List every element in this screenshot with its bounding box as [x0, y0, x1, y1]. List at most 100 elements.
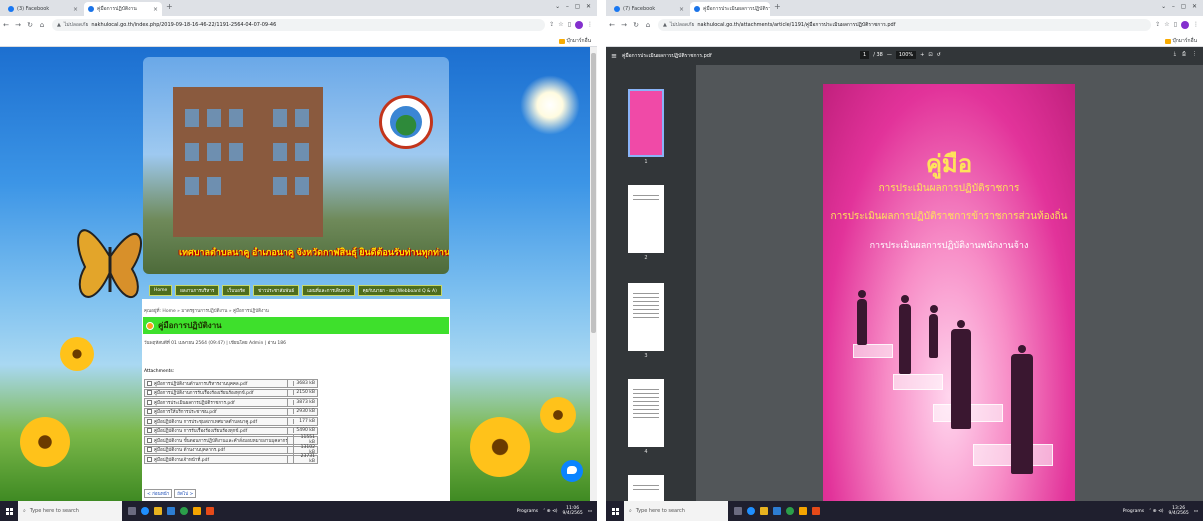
- page-scrollbar[interactable]: [590, 47, 597, 501]
- attachment-name[interactable]: คู่มือปฏิบัติงาน การประชุมสภาเทศบาลตำบลน…: [154, 418, 287, 425]
- app-icon[interactable]: [812, 507, 820, 515]
- close-icon[interactable]: ×: [73, 6, 78, 13]
- task-view-icon[interactable]: [128, 507, 136, 515]
- edge-icon[interactable]: [747, 507, 755, 515]
- sidepanel-icon[interactable]: ▯: [568, 21, 571, 29]
- zoom-input[interactable]: 100%: [895, 51, 917, 59]
- address-input[interactable]: ▲ ไม่ปลอดภัย nakhulocal.go.th/index.php/…: [52, 19, 546, 31]
- tray-icons[interactable]: ˄ ⊕ ⊲): [1149, 509, 1163, 514]
- share-icon[interactable]: ⇪: [1155, 21, 1160, 29]
- tab-facebook[interactable]: (3) Facebook ×: [4, 2, 82, 16]
- back-icon[interactable]: ←: [606, 21, 618, 29]
- taskbar-search-input[interactable]: ⌕ Type here to search: [18, 501, 122, 521]
- download-icon[interactable]: ⤓: [1174, 51, 1176, 57]
- tab-manual[interactable]: คู่มือการปฏิบัติงาน ×: [84, 2, 162, 16]
- prev-article-link[interactable]: < ก่อนหน้า: [144, 489, 173, 498]
- menu-item-qa[interactable]: คุยกับนายก - ผอ.(Webboard Q & A): [357, 285, 442, 296]
- menu-item-map[interactable]: แผนที่และการเดินทาง: [302, 285, 355, 296]
- app-icon[interactable]: [193, 507, 201, 515]
- store-icon[interactable]: [167, 507, 175, 515]
- reload-icon[interactable]: ↻: [630, 21, 642, 29]
- attachment-row[interactable]: คู่มือการปฏิบัติงานด้านการบริหารงานบุคคล…: [144, 379, 318, 388]
- attachment-row[interactable]: คู่มือปฏิบัติงาน ขั้นตอนการปฏิบัติงานและ…: [144, 435, 318, 446]
- next-article-link[interactable]: ถัดไป >: [174, 489, 197, 498]
- chrome-icon[interactable]: [180, 507, 188, 515]
- attachment-row[interactable]: คู่มือปฏิบัติงาน การรับเรื่องร้องเรียนร้…: [144, 426, 318, 435]
- notification-icon[interactable]: ▭: [588, 509, 592, 514]
- programs-label[interactable]: Programs: [517, 509, 538, 514]
- thumbnail-page-3[interactable]: 3: [628, 283, 664, 359]
- file-explorer-icon[interactable]: [154, 507, 162, 515]
- window-controls[interactable]: ⌄ – ▢ ✕: [555, 3, 591, 10]
- close-icon[interactable]: ×: [153, 6, 158, 13]
- attachment-name[interactable]: คู่มือปฏิบัติงานเจ้าหน้าที่.pdf: [154, 456, 287, 463]
- page-number-input[interactable]: 1: [860, 51, 870, 59]
- attachment-name[interactable]: คู่มือการประเมินผลการปฏิบัติราชการ.pdf: [154, 399, 287, 406]
- forward-icon[interactable]: →: [618, 21, 630, 29]
- more-options-icon[interactable]: ⋮: [1192, 51, 1197, 57]
- task-view-icon[interactable]: [734, 507, 742, 515]
- reload-icon[interactable]: ↻: [24, 21, 36, 29]
- home-icon[interactable]: ⌂: [642, 21, 654, 29]
- clock[interactable]: 11:06 9/4/2565: [563, 506, 583, 516]
- store-icon[interactable]: [773, 507, 781, 515]
- thumbnail-image[interactable]: [628, 89, 664, 157]
- attachment-row[interactable]: คู่มือการให้บริการประชาชน.pdf 2930 kB: [144, 407, 318, 416]
- taskbar-search-input[interactable]: ⌕ Type here to search: [624, 501, 728, 521]
- tab-facebook[interactable]: (7) Facebook ×: [610, 2, 688, 16]
- windows-start-icon[interactable]: [606, 501, 624, 521]
- attachment-name[interactable]: คู่มือการปฏิบัติงานการรับเรื่องร้องเรียน…: [154, 389, 287, 396]
- attachment-row[interactable]: คู่มือการประเมินผลการปฏิบัติราชการ.pdf 38…: [144, 398, 318, 407]
- attachment-row[interactable]: คู่มือการปฏิบัติงานการรับเรื่องร้องเรียน…: [144, 388, 318, 397]
- attachment-name[interactable]: คู่มือการปฏิบัติงานด้านการบริหารงานบุคคล…: [154, 380, 287, 387]
- rotate-icon[interactable]: ↺: [937, 52, 941, 58]
- pdf-viewport[interactable]: คู่มือ การประเมินผลการปฏิบัติราชการ การป…: [696, 65, 1203, 501]
- profile-avatar[interactable]: [575, 21, 583, 29]
- sidepanel-icon[interactable]: ▯: [1174, 21, 1177, 29]
- tab-pdf[interactable]: คู่มือการประเมินผลการปฏิบัติราช... ×: [690, 2, 770, 16]
- address-input[interactable]: ▲ ไม่ปลอดภัย nakhulocal.go.th/attachment…: [658, 19, 1152, 31]
- thumbnail-page-4[interactable]: 4: [628, 379, 664, 455]
- home-icon[interactable]: ⌂: [36, 21, 48, 29]
- attachment-name[interactable]: คู่มือปฏิบัติงาน การรับเรื่องร้องเรียนร้…: [154, 427, 287, 434]
- new-tab-icon[interactable]: +: [774, 2, 781, 11]
- thumbnail-image[interactable]: [628, 185, 664, 253]
- bookmark-folder[interactable]: บุ๊กมาร์กอื่น: [558, 37, 591, 45]
- programs-label[interactable]: Programs: [1123, 509, 1144, 514]
- windows-start-icon[interactable]: [0, 501, 18, 521]
- menu-item-webboard[interactable]: เว็บบอร์ด: [222, 285, 251, 296]
- chrome-icon[interactable]: [786, 507, 794, 515]
- thumbnail-page-2[interactable]: 2: [628, 185, 664, 261]
- star-icon[interactable]: ☆: [558, 21, 563, 29]
- menu-item-news[interactable]: ข่าวประชาสัมพันธ์: [253, 285, 300, 296]
- file-explorer-icon[interactable]: [760, 507, 768, 515]
- attachment-name[interactable]: คู่มือปฏิบัติงาน ขั้นตอนการปฏิบัติงานและ…: [154, 437, 287, 444]
- scrollbar-thumb[interactable]: [591, 53, 596, 333]
- close-icon[interactable]: ×: [679, 6, 684, 13]
- clock[interactable]: 13:26 9/4/2565: [1169, 506, 1189, 516]
- messenger-chat-icon[interactable]: [561, 460, 583, 482]
- edge-icon[interactable]: [141, 507, 149, 515]
- zoom-out-icon[interactable]: —: [887, 52, 892, 58]
- attachment-row[interactable]: คู่มือปฏิบัติงาน การประชุมสภาเทศบาลตำบลน…: [144, 417, 318, 426]
- menu-item-home[interactable]: Home: [149, 285, 173, 296]
- hamburger-menu-icon[interactable]: ≡: [606, 52, 622, 60]
- attachment-name[interactable]: คู่มือปฏิบัติงาน ด้านงานบุคลากร.pdf: [154, 446, 287, 453]
- tray-icons[interactable]: ˄ ⊕ ⊲): [543, 509, 557, 514]
- app-icon[interactable]: [206, 507, 214, 515]
- profile-avatar[interactable]: [1181, 21, 1189, 29]
- attachment-row[interactable]: คู่มือปฏิบัติงาน ด้านงานบุคลากร.pdf 13102…: [144, 444, 318, 455]
- attachment-name[interactable]: คู่มือการให้บริการประชาชน.pdf: [154, 408, 287, 415]
- back-icon[interactable]: ←: [0, 21, 12, 29]
- menu-item-performance[interactable]: ผลงานการบริหาร: [175, 285, 220, 296]
- attachment-row[interactable]: คู่มือปฏิบัติงานเจ้าหน้าที่.pdf 23731 kB: [144, 454, 318, 465]
- share-icon[interactable]: ⇪: [549, 21, 554, 29]
- print-icon[interactable]: ⎙: [1182, 51, 1186, 57]
- thumbnail-image[interactable]: [628, 379, 664, 447]
- fit-page-icon[interactable]: ⊡: [928, 52, 932, 58]
- menu-icon[interactable]: ⋮: [1193, 21, 1199, 29]
- new-tab-icon[interactable]: +: [166, 2, 173, 11]
- notification-icon[interactable]: ▭: [1194, 509, 1198, 514]
- star-icon[interactable]: ☆: [1164, 21, 1169, 29]
- window-controls[interactable]: ⌄ – ▢ ✕: [1161, 3, 1197, 10]
